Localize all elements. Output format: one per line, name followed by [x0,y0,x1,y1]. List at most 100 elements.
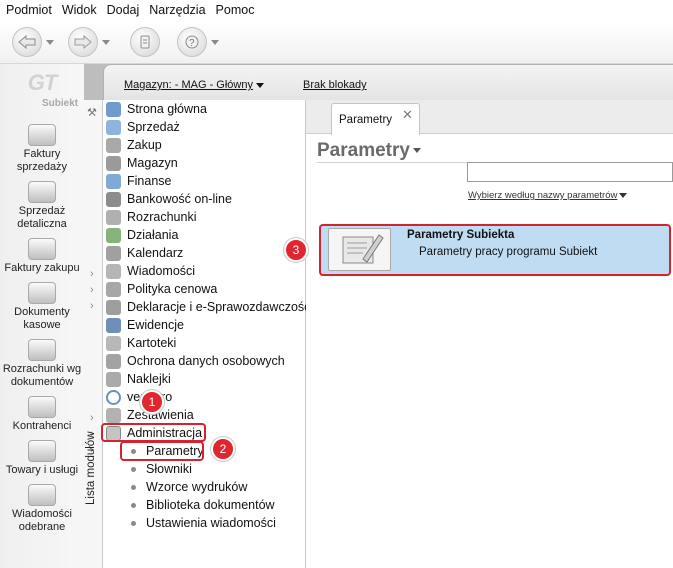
reports-icon [106,407,121,423]
nav-label: Kontrahenci [12,420,72,432]
nav-faktury-sprzedazy[interactable]: Faktury sprzedaży [0,124,84,174]
forward-button[interactable] [68,26,110,58]
tree-item-finanse[interactable]: Finanse [106,172,171,190]
warehouse-icon [106,155,121,171]
warehouse-label: Magazyn: - MAG - Główny [124,79,253,91]
menu-narzedzia[interactable]: Narzędzia [144,3,210,17]
privacy-icon [106,353,121,369]
chevron-down-icon [46,39,54,45]
bank-icon [106,191,121,207]
chevron-right-icon[interactable]: › [90,284,94,296]
back-button[interactable] [12,26,54,58]
tab-label: Parametry [339,114,393,126]
nav-towary-i-uslugi[interactable]: Towary i usługi [0,440,84,477]
nav-kontrahenci[interactable]: Kontrahenci [0,396,84,433]
help-button[interactable]: ? [177,26,219,58]
messages-icon [28,484,56,506]
tree-item-naklejki[interactable]: Naklejki [106,370,171,388]
chevron-right-icon[interactable]: › [90,268,94,280]
chevron-down-icon [619,192,628,198]
svg-text:?: ? [189,38,195,49]
tree-label: Magazyn [127,156,178,170]
tree-item-kartoteki[interactable]: Kartoteki [106,334,176,352]
tree-label: Wiadomości [127,264,196,278]
pricing-icon [106,281,121,297]
pin-icon[interactable]: ⚒ [87,106,97,119]
tree-item-dzialania[interactable]: Działania [106,226,178,244]
tree-item-wiadomosci[interactable]: Wiadomości [106,262,195,280]
contractors-icon [28,396,56,418]
nav-faktury-zakupu[interactable]: Faktury zakupu [0,238,84,275]
nav-label: Faktury sprzedaży [16,148,68,173]
tree-label: Ochrona danych osobowych [127,354,285,368]
app-logo: GT Subiekt [14,72,78,109]
forward-icon [68,27,98,57]
warehouse-selector[interactable]: Magazyn: - MAG - Główny [124,79,264,91]
nav-rozrachunki[interactable]: Rozrachunki wg dokumentów [0,339,84,389]
finance-icon [106,173,121,189]
tree-sub-biblioteka-dokumentow[interactable]: Biblioteka dokumentów [131,496,275,514]
tree-sub-slowniki[interactable]: Słowniki [131,460,192,478]
nav-sprzedaz-detaliczna[interactable]: Sprzedaż detaliczna [0,181,84,231]
tree-item-rozrachunki[interactable]: Rozrachunki [106,208,196,226]
back-icon [12,27,42,57]
module-button[interactable] [130,26,160,58]
settlements-icon [28,339,56,361]
tree-sub-wzorce-wydrukow[interactable]: Wzorce wydruków [131,478,247,496]
nav-wiadomosci-odebrane[interactable]: Wiadomości odebrane [0,484,84,534]
toolbar: ? [0,20,673,64]
purchase-icon [106,137,121,153]
parametry-subiekta-card[interactable]: Parametry Subiekta Parametry pracy progr… [319,224,671,276]
chevron-right-icon[interactable]: › [90,412,94,424]
step-badge-3: 3 [284,238,308,262]
tree-sub-ustawienia-wiadomosci[interactable]: Ustawienia wiadomości [131,514,276,532]
tree-label: Kartoteki [127,336,177,350]
menu-widok[interactable]: Widok [57,3,102,17]
menu-pomoc[interactable]: Pomoc [211,3,260,17]
tree-item-bankowosc[interactable]: Bankowość on-line [106,190,232,208]
tree-item-ewidencje[interactable]: Ewidencje [106,316,184,334]
tree-item-ochrona-danych[interactable]: Ochrona danych osobowych [106,352,285,370]
page-title-text: Parametry [317,140,410,161]
nav-label: Towary i usługi [5,464,79,476]
nav-dokumenty-kasowe[interactable]: Dokumenty kasowe [0,282,84,332]
tree-item-kalendarz[interactable]: Kalendarz [106,244,183,262]
tree-item-magazyn[interactable]: Magazyn [106,154,178,172]
pick-by-name-link[interactable]: Wybierz według nazwy parametrów [468,190,628,201]
tree-label: Działania [127,228,179,242]
menu-bar: Podmiot Widok Dodaj Narzędzia Pomoc [0,0,673,20]
tree-label: Polityka cenowa [127,282,218,296]
tree-item-polityka-cenowa[interactable]: Polityka cenowa [106,280,217,298]
parameter-search-input[interactable] [467,162,673,182]
card-title: Parametry Subiekta [407,229,515,241]
purchase-invoice-icon [28,238,56,260]
menu-dodaj[interactable]: Dodaj [102,3,145,17]
tab-parametry[interactable]: Parametry ✕ [331,103,420,135]
page-title[interactable]: Parametry [317,140,421,162]
lock-status-link[interactable]: Brak blokady [303,79,367,91]
tree-label: Bankowość on-line [127,192,232,206]
chevron-right-icon[interactable]: › [90,300,94,312]
cash-register-icon [28,181,56,203]
tree-item-sprzedaz[interactable]: Sprzedaż [106,118,180,136]
tree-item-deklaracje[interactable]: Deklaracje i e-Sprawozdawczość [106,298,310,316]
cash-documents-icon [28,282,56,304]
bullet-icon [131,466,136,472]
tree-item-zakup[interactable]: Zakup [106,136,162,154]
vendero-icon [106,389,121,405]
chevron-down-icon [255,82,264,88]
tree-label: Kalendarz [127,246,184,260]
tree-sub-label: Słowniki [146,462,192,476]
tree-label: Finanse [127,174,172,188]
close-icon[interactable]: ✕ [402,107,413,123]
help-icon: ? [177,27,207,57]
menu-podmiot[interactable]: Podmiot [0,3,57,17]
nav-label: Dokumenty kasowe [14,306,70,331]
highlight-administracja [101,423,206,442]
chevron-down-icon [412,148,421,154]
module-list-label: Lista modułów [85,431,97,505]
module-icon [130,27,160,57]
bullet-icon [131,484,136,490]
tree-sub-label: Wzorce wydruków [146,480,248,494]
tree-item-strona-glowna[interactable]: Strona główna [106,100,207,118]
